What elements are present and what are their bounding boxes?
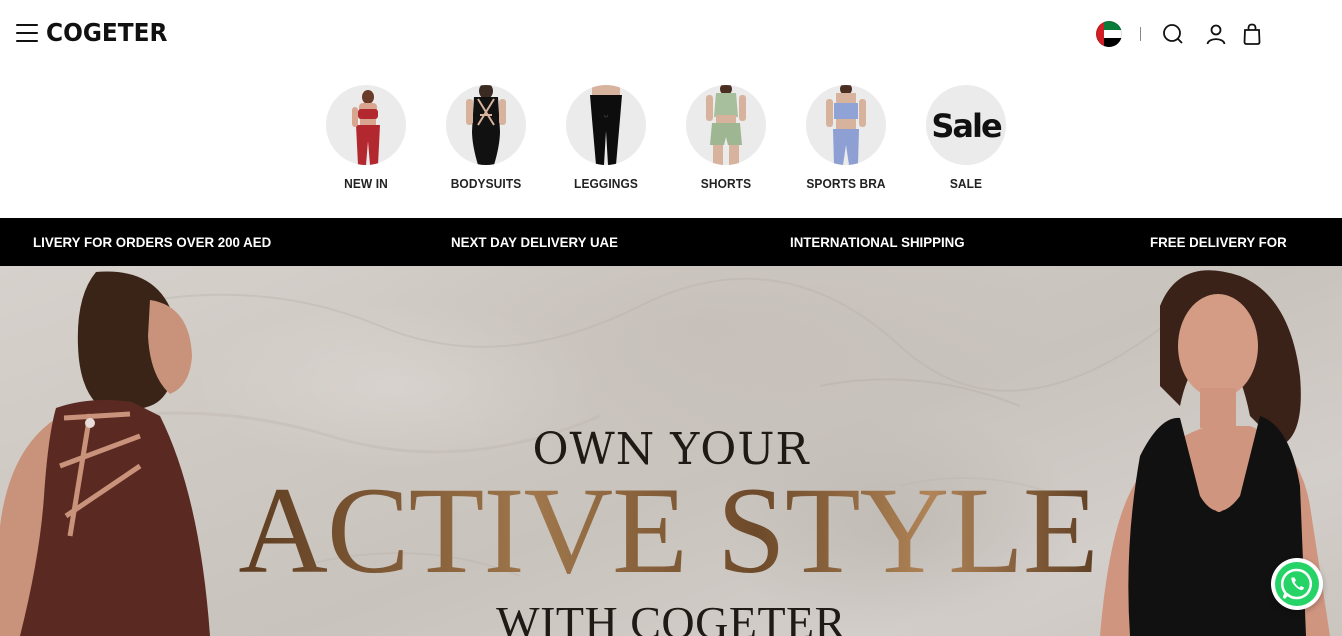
promo-item: INTERNATIONAL SHIPPING: [790, 234, 965, 250]
user-icon[interactable]: [1204, 22, 1228, 46]
promo-item: FREE DELIVERY FOR: [1150, 234, 1287, 250]
category-leggings[interactable]: LEGGINGS: [558, 85, 654, 191]
uae-flag-icon[interactable]: [1096, 21, 1122, 47]
category-label: SHORTS: [700, 176, 752, 191]
whatsapp-icon: [1275, 562, 1319, 606]
category-label: SALE: [949, 176, 983, 191]
category-label: BODYSUITS: [450, 176, 522, 191]
category-shorts[interactable]: SHORTS: [678, 85, 774, 191]
shopping-bag-icon[interactable]: [1240, 22, 1264, 46]
header-actions: [1096, 20, 1276, 48]
red-set-image: [326, 85, 406, 165]
category-new-in[interactable]: NEW IN: [318, 85, 414, 191]
category-nav: NEW IN BODYSUITS LEGGINGS SHORTS SPORTS …: [0, 68, 1342, 218]
hamburger-menu-icon[interactable]: [16, 22, 40, 44]
promo-marquee: LIVERY FOR ORDERS OVER 200 AED NEXT DAY …: [0, 218, 1342, 266]
sale-image-text: Sale: [931, 107, 1002, 145]
promo-item: LIVERY FOR ORDERS OVER 200 AED: [33, 234, 272, 250]
hero-banner[interactable]: OWN YOUR ACTIVE STYLE WITH COGETER: [0, 266, 1342, 636]
site-header: COGETER: [0, 0, 1342, 68]
promo-item: NEXT DAY DELIVERY UAE: [451, 234, 619, 250]
hero-headline-main: ACTIVE STYLE: [228, 466, 1108, 596]
category-sale[interactable]: Sale SALE: [918, 85, 1014, 191]
category-label: LEGGINGS: [574, 176, 638, 191]
hero-headline-line3: WITH COGETER: [496, 597, 846, 636]
blue-sports-bra-image: [806, 85, 886, 165]
category-label: SPORTS BRA: [806, 176, 886, 191]
black-leggings-image: [566, 85, 646, 165]
category-label: NEW IN: [344, 176, 388, 191]
green-shorts-image: [686, 85, 766, 165]
category-bodysuits[interactable]: BODYSUITS: [438, 85, 534, 191]
category-sports-bra[interactable]: SPORTS BRA: [798, 85, 894, 191]
site-logo[interactable]: COGETER: [46, 17, 167, 49]
whatsapp-button[interactable]: [1271, 558, 1323, 610]
black-bodysuit-image: [446, 85, 526, 165]
sale-image: Sale: [926, 85, 1006, 165]
search-icon[interactable]: [1161, 22, 1185, 46]
divider: [1140, 27, 1141, 41]
